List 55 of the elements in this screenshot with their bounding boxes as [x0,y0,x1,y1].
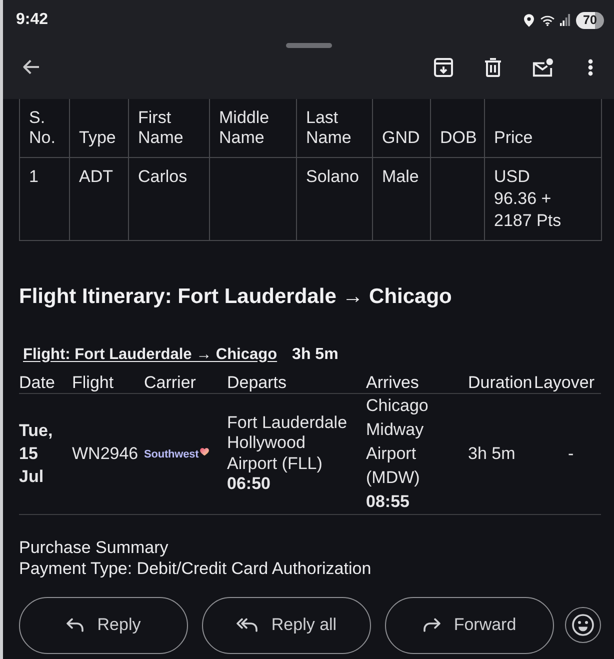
table-cell: WN2946 [72,393,144,514]
airline-logo-text: Southwest [144,448,199,460]
table-cell: Carlos [128,157,210,240]
status-time: 9:42 [16,10,48,30]
battery-indicator: 70 [576,12,604,28]
reply-all-button[interactable]: Reply all [202,596,371,654]
envelope-dot-icon[interactable] [532,58,553,76]
emoji-reaction-button[interactable] [565,607,601,643]
payment-type-text: Payment Type: Debit/Credit Card Authorization [19,558,372,578]
arrival-time: 08:55 [366,490,410,512]
table-cell: 3h 5m [468,393,534,514]
table-cell: Tue, 15 Jul [19,393,72,514]
table-cell: Male [372,157,430,240]
reply-button[interactable]: Reply [19,596,188,654]
column-header: Date [19,372,72,393]
column-header: Middle Name [210,99,296,157]
airport-name: Fort Lauderdale Hollywood Airport (FLL) [227,412,348,474]
column-header: GND [372,99,430,157]
column-header: DOB [430,99,484,157]
smiley-icon [572,614,594,636]
summary-heading: Purchase Summary [19,536,170,558]
column-header: Duration [468,372,534,393]
table-cell: 1 [20,157,70,240]
table-cell: Solano [296,157,372,240]
column-header: Layover [534,372,601,393]
signal-icon [560,14,570,26]
table-cell: - [534,393,601,514]
column-header: Carrier [144,372,227,393]
heart-icon [200,448,209,456]
column-header: Flight [72,372,144,393]
section-title: Flight Itinerary: Fort Lauderdale → Chicago [19,284,453,310]
column-header: First Name [128,99,210,157]
column-header: Price [484,99,602,157]
column-header: S. No. [20,99,70,157]
archive-icon[interactable] [434,58,453,76]
table-cell: ADT [70,157,128,240]
more-menu-icon[interactable] [588,58,593,76]
location-pin-icon [524,14,534,26]
reply-arrow-icon [66,618,84,632]
forward-arrow-icon [422,618,441,632]
table-cell: USD 96.36 + 2187 Pts [484,157,602,240]
column-header: Departs [227,372,366,393]
forward-button[interactable]: Forward [385,596,554,654]
wifi-icon [540,14,555,26]
column-header: Last Name [296,99,372,157]
column-header: Arrives [366,372,468,393]
drag-handle[interactable] [286,43,332,48]
departure-time: 06:50 [227,474,272,494]
reply-all-arrow-icon [236,618,258,632]
flight-route-link[interactable]: Flight: Fort Lauderdale → Chicago [23,344,278,366]
trash-icon[interactable] [485,58,501,76]
back-arrow-icon[interactable] [22,59,40,75]
airport-name: Chicago Midway Airport (MDW) [366,394,430,488]
column-header: Type [70,99,128,157]
flight-duration: 3h 5m [292,344,338,364]
